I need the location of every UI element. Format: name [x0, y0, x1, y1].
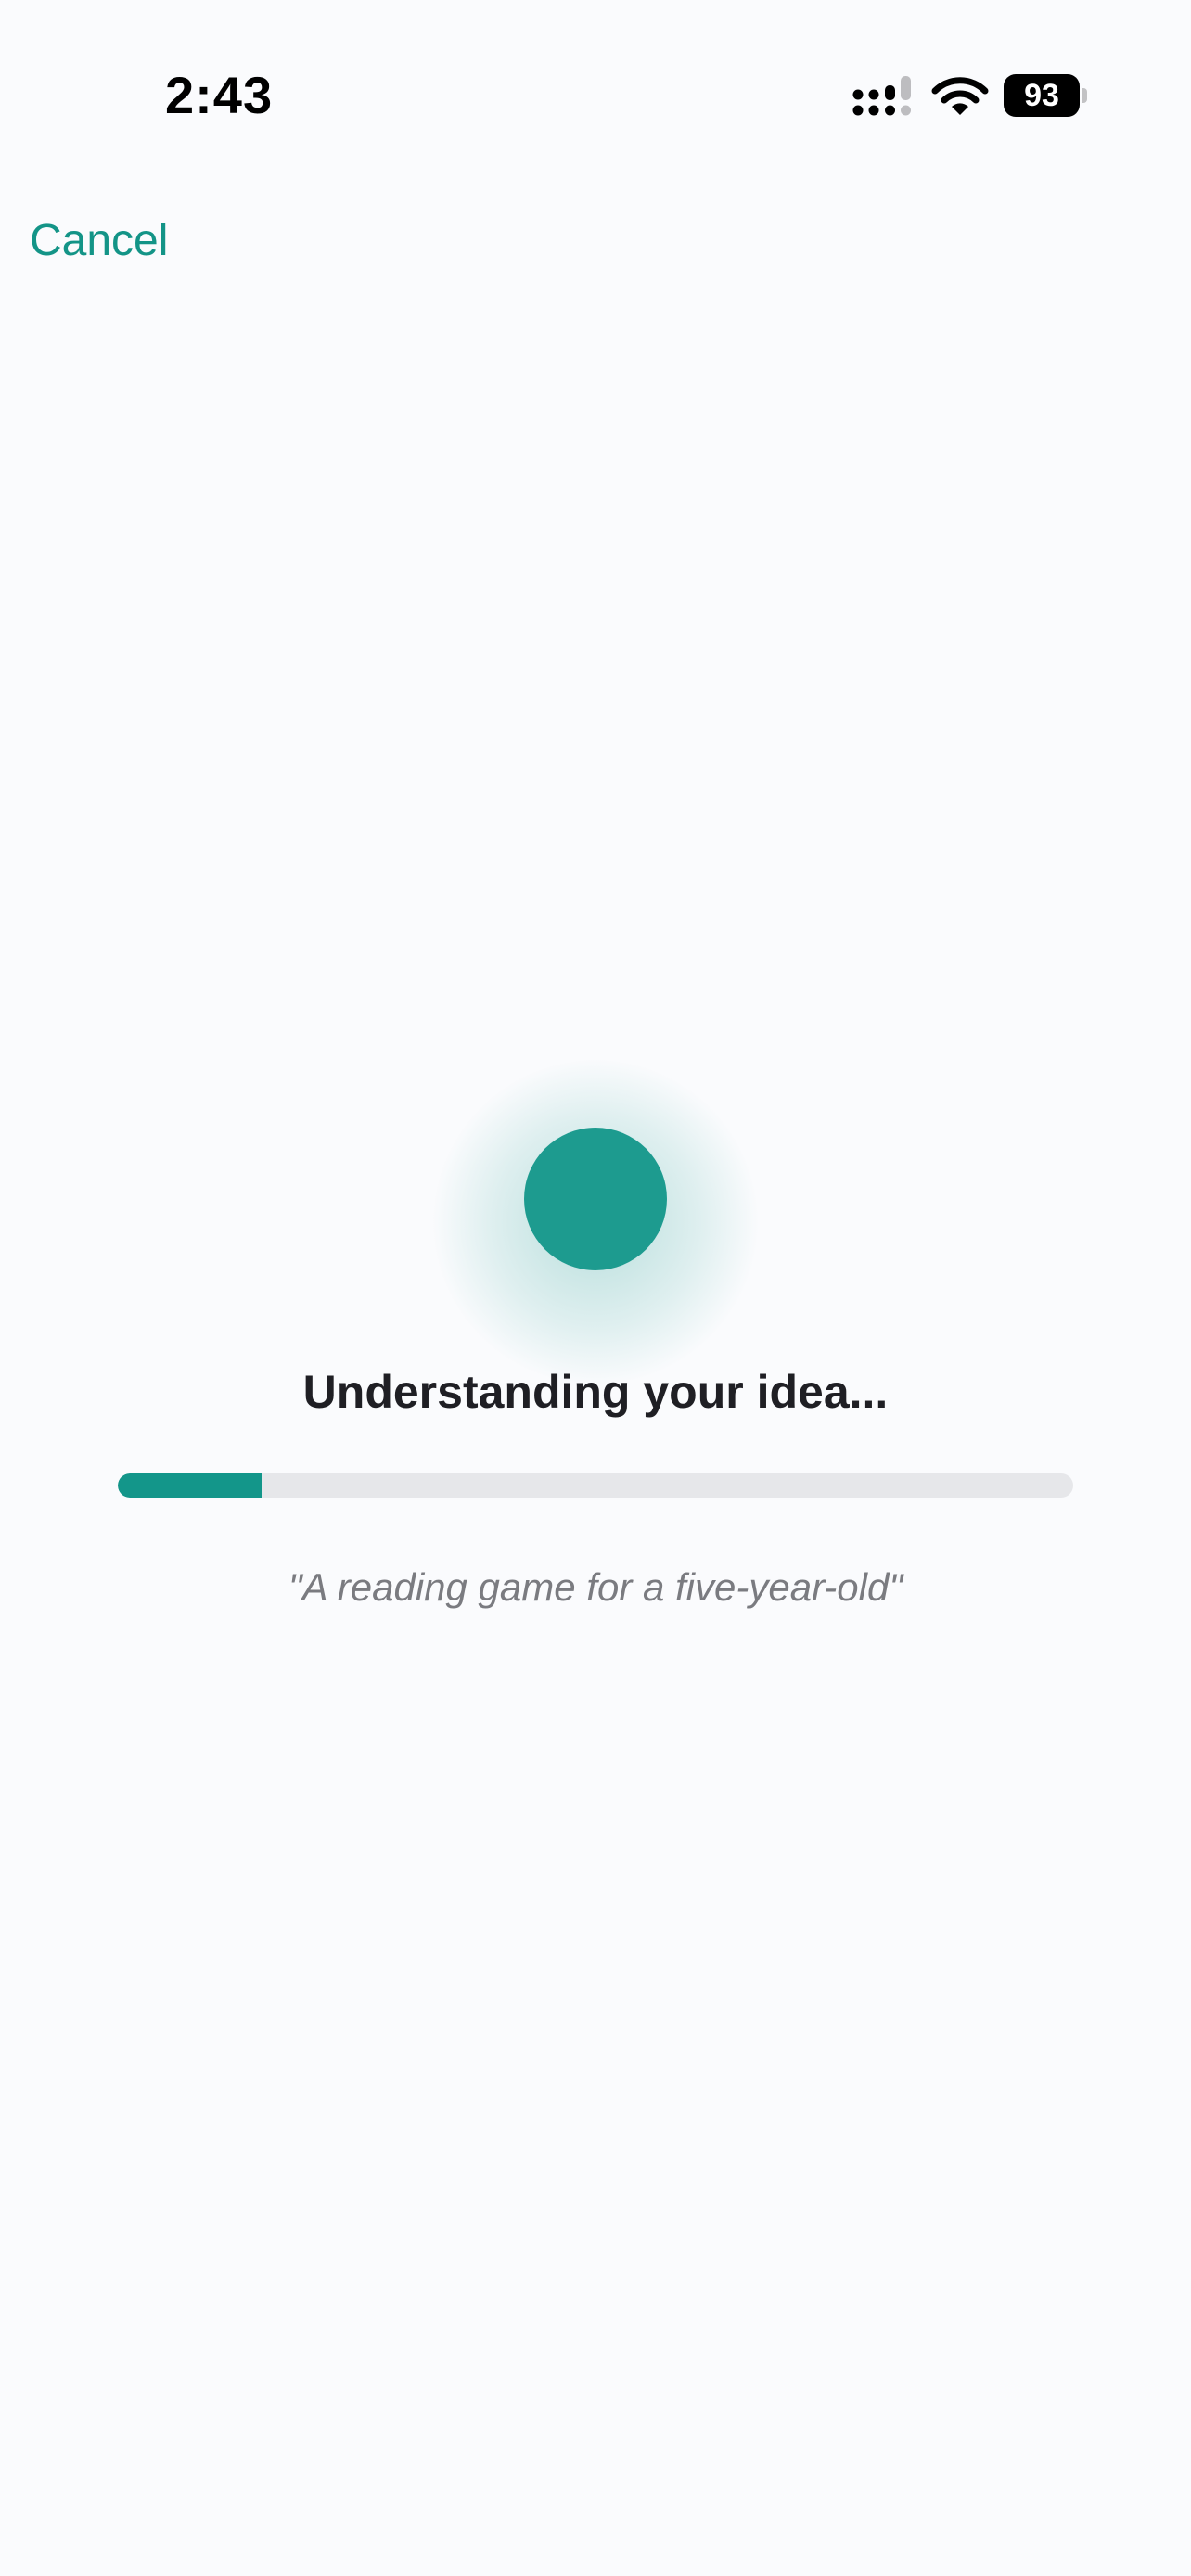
cancel-button[interactable]: Cancel — [30, 215, 168, 266]
wifi-icon — [931, 77, 989, 115]
battery-tip — [1082, 88, 1087, 103]
progress-fill — [118, 1473, 262, 1498]
status-time: 2:43 — [165, 66, 274, 124]
progress-bar — [118, 1473, 1073, 1498]
battery-icon: 93 — [1004, 74, 1087, 117]
idea-quote: "A reading game for a five-year-old" — [288, 1565, 903, 1609]
loading-title: Understanding your idea... — [302, 1366, 889, 1418]
status-bar: 2:43 93 — [0, 0, 1191, 176]
battery-level: 93 — [1024, 78, 1059, 113]
cellular-signal-icon — [852, 76, 911, 116]
loading-orb-icon — [524, 1128, 667, 1270]
